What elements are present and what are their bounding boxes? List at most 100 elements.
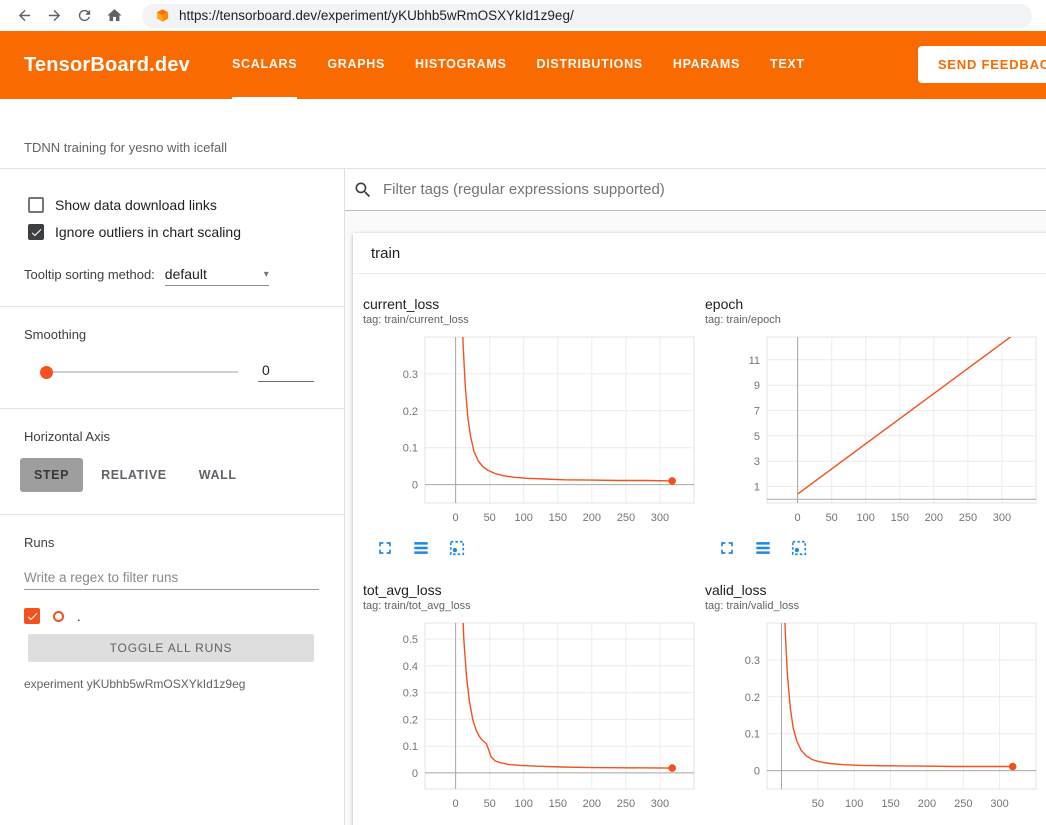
runs-list-icon[interactable]: [753, 538, 773, 558]
chart-canvas[interactable]: 05010015020025030000.10.20.3: [363, 333, 700, 528]
tensorboard-logo: TensorBoard.dev: [24, 54, 190, 77]
svg-text:9: 9: [754, 380, 760, 392]
svg-text:0.3: 0.3: [745, 655, 760, 667]
ignore-outliers-checkbox-row[interactable]: Ignore outliers in chart scaling: [28, 224, 320, 240]
chart-card-current-loss: current_loss tag: train/current_loss 050…: [363, 296, 700, 558]
run-color-swatch-icon: [53, 611, 64, 622]
checkbox-checked-icon[interactable]: [28, 224, 44, 240]
svg-text:200: 200: [583, 798, 601, 810]
svg-text:300: 300: [990, 798, 1008, 810]
runs-filter-input[interactable]: [24, 566, 319, 590]
experiment-title: TDNN training for yesno with icefall: [24, 140, 227, 155]
chevron-down-icon: ▾: [264, 269, 269, 280]
pin-card-icon[interactable]: [789, 538, 809, 558]
svg-text:0.3: 0.3: [403, 688, 418, 700]
tab-distributions[interactable]: DISTRIBUTIONS: [537, 31, 643, 99]
run-checkbox-icon[interactable]: [24, 608, 40, 624]
divider: [0, 306, 344, 307]
axis-step-button[interactable]: STEP: [20, 458, 83, 492]
divider: [0, 514, 344, 515]
svg-text:200: 200: [583, 512, 601, 524]
svg-text:5: 5: [754, 431, 760, 443]
horizontal-axis-buttons: STEP RELATIVE WALL: [20, 458, 324, 492]
tab-histograms[interactable]: HISTOGRAMS: [415, 31, 507, 99]
pin-card-icon[interactable]: [447, 538, 467, 558]
svg-text:0: 0: [412, 480, 418, 492]
svg-text:50: 50: [812, 798, 824, 810]
svg-text:150: 150: [549, 798, 567, 810]
svg-text:0.4: 0.4: [403, 661, 418, 673]
svg-text:0: 0: [754, 766, 760, 778]
svg-text:100: 100: [857, 512, 875, 524]
smoothing-slider-row: 0: [42, 362, 314, 382]
show-download-links-checkbox-row[interactable]: Show data download links: [28, 197, 320, 213]
smoothing-value-field[interactable]: 0: [258, 362, 314, 382]
run-list-item[interactable]: .: [24, 608, 320, 624]
chart-canvas[interactable]: 0501001502002503001357911: [705, 333, 1042, 528]
tag-filter-input[interactable]: [383, 181, 1032, 198]
axis-relative-button[interactable]: RELATIVE: [87, 458, 181, 492]
svg-text:50: 50: [484, 512, 496, 524]
address-bar[interactable]: https://tensorboard.dev/experiment/yKUbh…: [142, 4, 1032, 28]
tab-text[interactable]: TEXT: [770, 31, 805, 99]
experiment-header: TDNN training for yesno with icefall: [0, 99, 1046, 169]
toggle-all-runs-button[interactable]: TOGGLE ALL RUNS: [28, 634, 314, 662]
chart-card-valid-loss: valid_loss tag: train/valid_loss 5010015…: [705, 582, 1042, 825]
horizontal-axis-label: Horizontal Axis: [24, 429, 320, 444]
chart-canvas[interactable]: 05010015020025030000.10.20.30.40.5: [363, 619, 700, 814]
svg-text:1: 1: [754, 482, 760, 494]
tab-scalars[interactable]: SCALARS: [232, 31, 297, 99]
chart-toolbar: [375, 538, 700, 558]
svg-text:50: 50: [826, 512, 838, 524]
tooltip-sorting-select[interactable]: default ▾: [165, 266, 269, 286]
svg-text:200: 200: [918, 798, 936, 810]
ignore-outliers-label: Ignore outliers in chart scaling: [55, 224, 241, 240]
svg-text:0: 0: [795, 512, 801, 524]
nav-tabs: SCALARS GRAPHS HISTOGRAMS DISTRIBUTIONS …: [232, 31, 805, 99]
svg-text:300: 300: [651, 798, 669, 810]
svg-text:100: 100: [515, 512, 533, 524]
search-icon: [353, 180, 373, 200]
chart-tag: tag: train/tot_avg_loss: [363, 600, 700, 613]
svg-text:250: 250: [617, 798, 635, 810]
svg-text:7: 7: [754, 406, 760, 418]
chart-canvas[interactable]: 5010015020025030000.10.20.3: [705, 619, 1042, 814]
content: Show data download links Ignore outliers…: [0, 169, 1046, 825]
svg-text:200: 200: [925, 512, 943, 524]
svg-text:100: 100: [515, 798, 533, 810]
svg-text:0.2: 0.2: [745, 692, 760, 704]
chart-tag: tag: train/epoch: [705, 314, 1042, 327]
forward-icon[interactable]: [40, 3, 68, 29]
svg-text:0.1: 0.1: [403, 443, 418, 455]
tab-graphs[interactable]: GRAPHS: [327, 31, 385, 99]
svg-text:11: 11: [749, 355, 760, 367]
settings-sidebar: Show data download links Ignore outliers…: [0, 169, 345, 825]
chart-tag: tag: train/valid_loss: [705, 600, 1042, 613]
runs-list-icon[interactable]: [411, 538, 431, 558]
tab-hparams[interactable]: HPARAMS: [673, 31, 740, 99]
svg-text:300: 300: [993, 512, 1011, 524]
svg-text:50: 50: [484, 798, 496, 810]
slider-thumb[interactable]: [40, 366, 53, 379]
svg-text:0: 0: [453, 798, 459, 810]
train-section-header[interactable]: train: [353, 233, 1046, 274]
svg-text:0.1: 0.1: [403, 741, 418, 753]
experiment-id-note: experiment yKUbhb5wRmOSXYkId1z9eg: [24, 677, 320, 691]
svg-text:300: 300: [651, 512, 669, 524]
back-icon[interactable]: [10, 3, 38, 29]
axis-wall-button[interactable]: WALL: [185, 458, 251, 492]
train-section-card: train current_loss tag: train/current_lo…: [353, 233, 1046, 825]
expand-chart-icon[interactable]: [717, 538, 737, 558]
svg-text:150: 150: [891, 512, 909, 524]
svg-text:0.5: 0.5: [403, 634, 418, 646]
send-feedback-button[interactable]: SEND FEEDBACK: [918, 46, 1046, 83]
svg-text:0: 0: [412, 768, 418, 780]
browser-toolbar: https://tensorboard.dev/experiment/yKUbh…: [0, 0, 1046, 31]
checkbox-unchecked-icon[interactable]: [28, 197, 44, 213]
reload-icon[interactable]: [70, 3, 98, 29]
svg-text:0.2: 0.2: [403, 406, 418, 418]
expand-chart-icon[interactable]: [375, 538, 395, 558]
svg-text:0: 0: [453, 512, 459, 524]
home-icon[interactable]: [100, 3, 128, 29]
smoothing-slider[interactable]: [42, 371, 238, 373]
